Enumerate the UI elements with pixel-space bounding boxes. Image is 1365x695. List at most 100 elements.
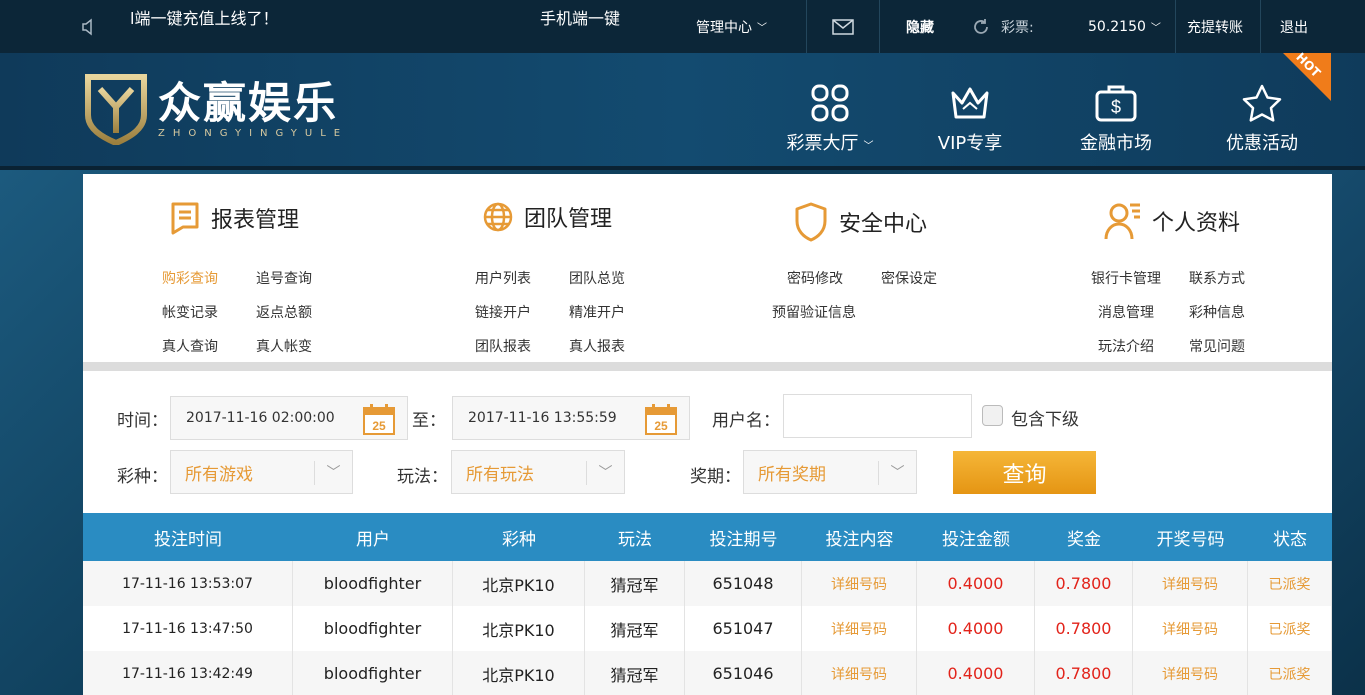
bet-amount-cell: 0.4000 <box>917 651 1035 695</box>
link-user-list[interactable]: 用户列表 <box>475 268 531 288</box>
start-time-input[interactable]: 2017-11-16 02:00:00 25 <box>170 396 408 440</box>
bet-content-link[interactable]: 详细号码 <box>802 606 917 651</box>
link-chase-query[interactable]: 追号查询 <box>256 268 312 288</box>
lottery-type-label: 彩种： <box>117 467 168 487</box>
username-label: 用户名： <box>712 411 780 431</box>
prize-cell: 0.7800 <box>1035 606 1133 651</box>
nav-vip[interactable]: VIP专享 <box>910 83 1030 155</box>
column-header: 开奖号码 <box>1156 529 1225 550</box>
calendar-icon[interactable]: 25 <box>645 403 677 435</box>
link-change-password[interactable]: 密码修改 <box>787 268 843 288</box>
category-team-title: 团队管理 <box>524 207 613 232</box>
link-live-report[interactable]: 真人报表 <box>569 336 625 356</box>
bet-content-link[interactable]: 详细号码 <box>802 561 917 606</box>
site-logo[interactable]: 众赢娱乐 ZHONGYINGYULE <box>84 73 348 145</box>
link-faq[interactable]: 常见问题 <box>1189 336 1245 356</box>
nav-promotions-label: 优惠活动 <box>1226 133 1298 154</box>
category-security-title: 安全中心 <box>839 212 928 237</box>
table-row: 17-11-16 13:53:07 bloodfighter 北京PK10 猜冠… <box>83 561 1332 606</box>
column-header: 投注内容 <box>825 529 894 550</box>
user-cell: bloodfighter <box>293 561 453 606</box>
link-live-query[interactable]: 真人查询 <box>162 336 218 356</box>
money-bag-icon: $ <box>1095 85 1137 122</box>
crown-icon <box>951 87 989 119</box>
chevron-down-icon: ﹀ <box>586 461 624 485</box>
play-type-select[interactable]: 所有玩法 ﹀ <box>451 450 625 494</box>
table-row: 17-11-16 13:47:50 bloodfighter 北京PK10 猜冠… <box>83 606 1332 651</box>
column-header: 用户 <box>356 529 390 550</box>
include-sub-checkbox[interactable] <box>982 405 1003 426</box>
period-cell: 651048 <box>685 561 802 606</box>
chevron-down-icon: ﹀ <box>863 141 874 152</box>
winning-number-link[interactable]: 详细号码 <box>1133 606 1248 651</box>
lottery-type-value: 所有游戏 <box>185 464 253 485</box>
user-profile-icon <box>1104 203 1140 240</box>
transfer-link[interactable]: 充提转账 <box>1187 0 1243 53</box>
bet-time-cell: 17-11-16 13:47:50 <box>83 606 293 651</box>
hide-balance-button[interactable]: 隐藏 <box>906 0 934 53</box>
status-cell: 已派奖 <box>1248 561 1332 606</box>
manage-center-menu[interactable]: 管理中心 ﹀ <box>696 0 767 53</box>
balance-value: 50.2150 <box>1088 18 1146 35</box>
link-play-guide[interactable]: 玩法介绍 <box>1098 336 1154 356</box>
chevron-down-icon: ﹀ <box>314 461 352 485</box>
link-link-signup[interactable]: 链接开户 <box>475 302 531 322</box>
link-account-changes[interactable]: 帐变记录 <box>162 302 218 322</box>
category-report-title: 报表管理 <box>211 208 300 233</box>
link-team-overview[interactable]: 团队总览 <box>569 268 625 288</box>
logout-link[interactable]: 退出 <box>1280 0 1308 53</box>
column-header: 奖金 <box>1067 529 1101 550</box>
column-header: 投注期号 <box>709 529 778 550</box>
lottery-cell: 北京PK10 <box>453 606 585 651</box>
play-type-value: 所有玩法 <box>466 464 534 485</box>
bet-amount-cell: 0.4000 <box>917 561 1035 606</box>
chevron-down-icon: ﹀ <box>878 461 916 485</box>
user-cell: bloodfighter <box>293 606 453 651</box>
calendar-day: 25 <box>372 419 386 433</box>
lottery-type-select[interactable]: 所有游戏 ﹀ <box>170 450 353 494</box>
query-button[interactable]: 查询 <box>953 451 1096 494</box>
link-bank-cards[interactable]: 银行卡管理 <box>1091 268 1161 288</box>
period-cell: 651047 <box>685 606 802 651</box>
calendar-icon[interactable]: 25 <box>363 403 395 435</box>
winning-number-link[interactable]: 详细号码 <box>1133 561 1248 606</box>
top-bar: l端一键充值上线了！ 手机端一键 管理中心 ﹀ 隐藏 彩票: 50.2150 ﹀ 充… <box>0 0 1365 53</box>
prize-cell: 0.7800 <box>1035 561 1133 606</box>
logo-subtitle: ZHONGYINGYULE <box>158 127 349 139</box>
prize-period-select[interactable]: 所有奖期 ﹀ <box>743 450 917 494</box>
link-rebate-total[interactable]: 返点总额 <box>256 302 312 322</box>
bet-content-link[interactable]: 详细号码 <box>802 651 917 695</box>
refresh-icon[interactable] <box>972 0 990 53</box>
status-cell: 已派奖 <box>1248 651 1332 695</box>
report-icon <box>171 202 199 235</box>
category-report: 报表管理 <box>169 201 299 235</box>
chevron-down-icon: ﹀ <box>757 23 767 34</box>
link-bet-query[interactable]: 购彩查询 <box>162 268 218 288</box>
nav-finance[interactable]: $ 金融市场 <box>1056 83 1176 155</box>
link-verification-info[interactable]: 预留验证信息 <box>772 302 856 322</box>
speaker-icon <box>82 0 96 53</box>
balance-dropdown[interactable]: 50.2150 ﹀ <box>1088 0 1161 53</box>
manage-center-label: 管理中心 <box>696 19 752 36</box>
link-lottery-info[interactable]: 彩种信息 <box>1189 302 1245 322</box>
username-input[interactable] <box>783 394 972 438</box>
lottery-balance-label: 彩票: <box>1001 19 1034 36</box>
link-team-report[interactable]: 团队报表 <box>475 336 531 356</box>
play-cell: 猜冠军 <box>585 651 685 695</box>
end-time-input[interactable]: 2017-11-16 13:55:59 25 <box>452 396 690 440</box>
link-contact[interactable]: 联系方式 <box>1189 268 1245 288</box>
link-messages[interactable]: 消息管理 <box>1098 302 1154 322</box>
column-header: 玩法 <box>618 529 652 550</box>
category-team: 团队管理 <box>482 201 612 233</box>
link-precise-signup[interactable]: 精准开户 <box>569 302 625 322</box>
play-type-label: 玩法： <box>397 467 448 487</box>
link-live-changes[interactable]: 真人帐变 <box>256 336 312 356</box>
time-label: 时间： <box>117 411 168 431</box>
separator <box>1175 0 1176 53</box>
shield-icon <box>795 202 827 242</box>
nav-lottery-hall[interactable]: 彩票大厅 ﹀ <box>770 83 890 155</box>
mail-icon[interactable] <box>832 0 854 53</box>
winning-number-link[interactable]: 详细号码 <box>1133 651 1248 695</box>
link-security-question[interactable]: 密保设定 <box>881 268 937 288</box>
notice-text: l端一键充值上线了！ <box>130 8 279 28</box>
